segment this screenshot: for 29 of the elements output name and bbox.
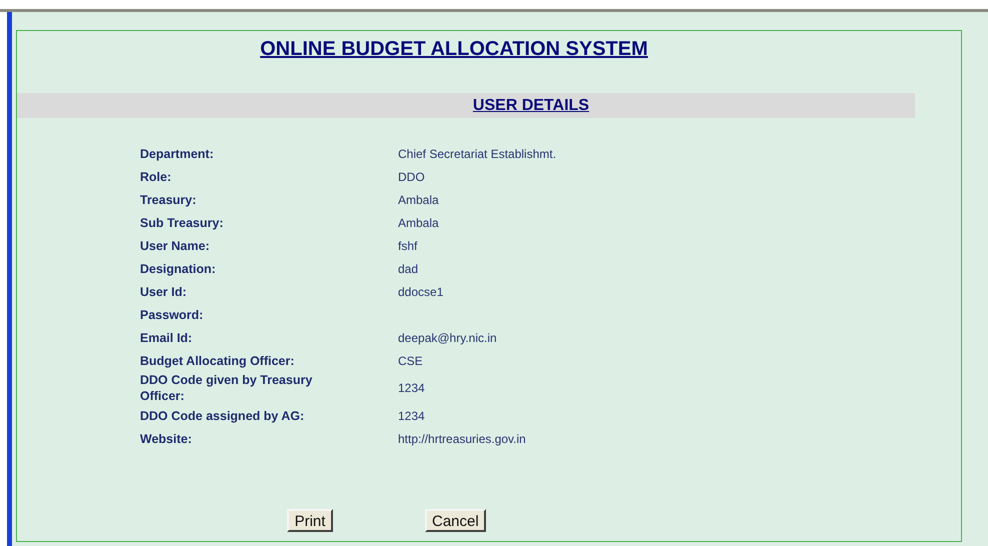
field-value: dad bbox=[398, 260, 418, 278]
field-label: DDO Code assigned by AG: bbox=[140, 408, 306, 424]
field-label: Department: bbox=[140, 146, 215, 162]
field-value: deepak@hry.nic.in bbox=[398, 330, 497, 346]
field-label: Designation: bbox=[140, 260, 217, 276]
field-label: Budget Allocating Officer: bbox=[140, 352, 296, 368]
field-value: Ambala bbox=[398, 214, 439, 232]
field-value: CSE bbox=[398, 352, 423, 370]
field-label: User Id: bbox=[140, 284, 188, 300]
field-label: Password: bbox=[140, 306, 204, 322]
field-label: Role: bbox=[140, 168, 172, 184]
field-label: DDO Code given by Treasury Officer: bbox=[140, 372, 314, 404]
action-button[interactable]: Print bbox=[287, 509, 333, 532]
field-label: User Name: bbox=[140, 238, 210, 254]
page-title: ONLINE BUDGET ALLOCATION SYSTEM bbox=[260, 37, 648, 62]
field-value: fshf bbox=[398, 238, 418, 254]
field-value: Ambala bbox=[398, 192, 439, 208]
field-value: ddocse1 bbox=[398, 284, 444, 300]
field-label: Treasury: bbox=[140, 192, 198, 208]
field-value: DDO bbox=[398, 168, 425, 186]
field-value: http://hrtreasuries.gov.in bbox=[398, 430, 526, 448]
field-value: 1234 bbox=[398, 380, 425, 397]
section-title: USER DETAILS bbox=[472, 96, 590, 116]
field-value: 1234 bbox=[398, 408, 425, 424]
field-value: Chief Secretariat Establishmt. bbox=[398, 146, 556, 162]
field-label: Email Id: bbox=[140, 330, 194, 346]
field-label: Sub Treasury: bbox=[140, 214, 224, 230]
action-button[interactable]: Cancel bbox=[425, 509, 486, 532]
field-label: Website: bbox=[140, 430, 193, 446]
